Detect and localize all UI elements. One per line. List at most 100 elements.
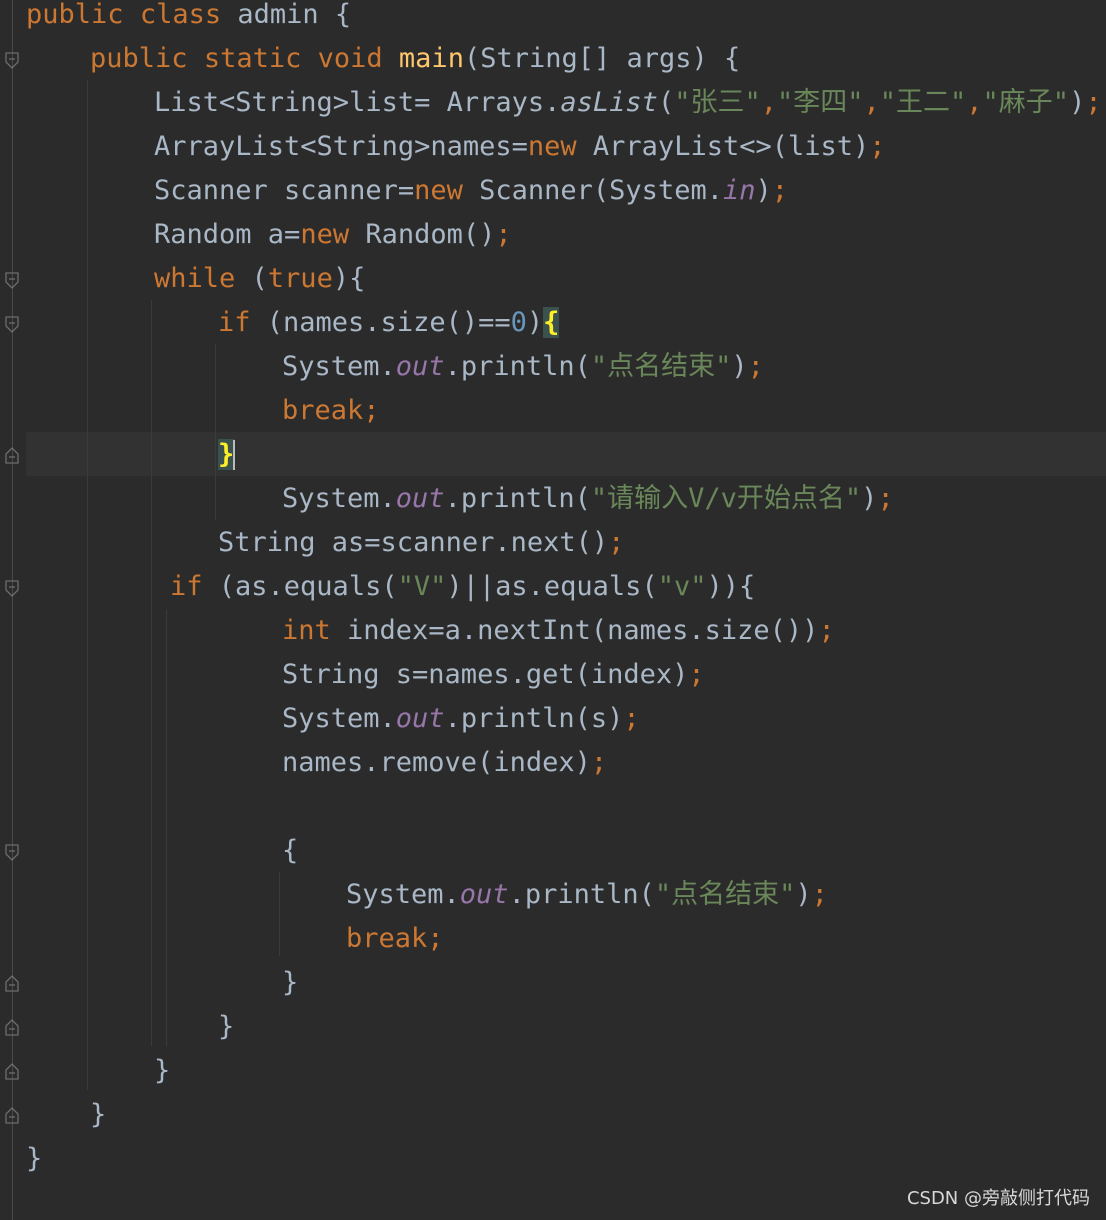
code-text: } (218, 1011, 235, 1042)
code-text: System. (282, 703, 396, 734)
watermark: CSDN @旁敲侧打代码 (906, 1188, 1090, 1209)
code-line: public static void main(String[] args) { (90, 44, 740, 88)
static-method-call: asList (560, 87, 658, 118)
code-text: } (282, 967, 299, 998)
code-text: .println( (444, 483, 591, 514)
keyword: true (267, 263, 333, 294)
semicolon: ; (771, 175, 789, 206)
code-line: } (154, 1056, 170, 1100)
semicolon: ; (495, 219, 512, 250)
semicolon: ; (1085, 87, 1102, 118)
code-text: (as.equals( (202, 571, 398, 602)
keyword: break (282, 395, 364, 426)
code-line: } (282, 968, 298, 1012)
code-text: admin { (221, 0, 352, 30)
code-line: while (true){ (154, 264, 365, 308)
semicolon: ; (818, 615, 835, 646)
code-line: System.out.println("请输入V/v开始点名"); (282, 484, 894, 528)
semicolon: ; (590, 747, 608, 778)
string-literal: "李四" (776, 87, 864, 118)
static-field: out (459, 879, 509, 910)
code-text: )||as.equals( (446, 571, 658, 602)
code-line: } (90, 1100, 106, 1144)
keyword: if (170, 571, 203, 602)
code-line: break; (282, 396, 380, 440)
static-field: out (395, 483, 445, 514)
semicolon: ; (747, 351, 764, 382)
code-text: } (26, 1143, 43, 1174)
code-line: { (282, 836, 298, 880)
keyword: if (218, 307, 251, 338)
static-field: out (395, 703, 445, 734)
code-text: String s=names.get(index) (282, 659, 689, 690)
code-line: Random a=new Random(); (154, 220, 512, 264)
matched-brace: } (218, 439, 235, 470)
code-line: System.out.println("点名结束"); (282, 352, 764, 396)
code-text: System. (282, 483, 396, 514)
string-literal: "V" (397, 571, 447, 602)
keyword: while (154, 263, 236, 294)
code-text: ArrayList<>(list) (576, 131, 870, 162)
keyword: public (26, 0, 124, 30)
semicolon: ; (811, 879, 828, 910)
code-line: String as=scanner.next(); (218, 528, 624, 572)
code-text: (String[] args) { (463, 43, 741, 74)
code-text: ArrayList<String>names= (154, 131, 528, 162)
code-text: Scanner scanner= (154, 175, 415, 206)
comma: , (863, 87, 880, 118)
string-literal: "张三" (674, 87, 761, 118)
text-caret (233, 440, 236, 470)
code-text: ) (526, 307, 544, 338)
semicolon: ; (427, 923, 444, 954)
number-literal: 0 (510, 307, 527, 338)
code-line: } (26, 1144, 42, 1188)
matched-brace: { (543, 307, 560, 338)
code-line: System.out.println(s); (282, 704, 640, 748)
code-line: public class admin { (26, 0, 351, 44)
semicolon: ; (688, 659, 705, 690)
string-literal: "请输入V/v开始点名" (590, 483, 862, 514)
keyword: new (300, 219, 350, 250)
code-line: String s=names.get(index); (282, 660, 705, 704)
comma: , (760, 87, 777, 118)
code-text: ) (795, 879, 812, 910)
code-text: } (154, 1055, 171, 1086)
static-field: in (722, 175, 756, 206)
semicolon: ; (623, 703, 640, 734)
string-literal: "麻子" (982, 87, 1070, 118)
code-text: .println( (444, 351, 591, 382)
code-line: break; (346, 924, 444, 968)
code-text: .println(s) (444, 703, 624, 734)
code-text: ) (861, 483, 878, 514)
code-text: ) (1069, 87, 1086, 118)
keyword: class (139, 0, 222, 30)
code-text: System. (346, 879, 460, 910)
code-line: } (218, 1012, 234, 1056)
keyword: static (203, 43, 302, 74)
semicolon: ; (608, 527, 625, 558)
string-literal: "v" (657, 571, 707, 602)
code-text: ) (731, 351, 748, 382)
keyword: break (346, 923, 428, 954)
code-line: List<String>list= Arrays.asList("张三","李四… (154, 88, 1102, 132)
code-line: names.remove(index); (282, 748, 607, 792)
code-text: } (90, 1099, 107, 1130)
code-line: ArrayList<String>names=new ArrayList<>(l… (154, 132, 886, 176)
code-line: } (218, 439, 236, 484)
static-field: out (395, 351, 445, 382)
code-text: Random a= (154, 219, 301, 250)
keyword: new (414, 175, 463, 206)
code-area[interactable]: public class admin { public static void … (0, 0, 1106, 1220)
code-text: names.remove(index) (282, 747, 591, 778)
code-text: String as=scanner.next() (218, 527, 609, 558)
semicolon: ; (877, 483, 894, 514)
code-text: ( (657, 87, 675, 118)
keyword: new (527, 131, 577, 162)
code-text: ( (235, 263, 268, 294)
code-text: )){ (706, 571, 756, 602)
code-editor[interactable]: public class admin { public static void … (0, 0, 1106, 1220)
code-text: Random() (349, 219, 496, 250)
code-text: Scanner(System. (462, 175, 723, 206)
code-line: Scanner scanner=new Scanner(System.in); (154, 176, 788, 220)
code-line: System.out.println("点名结束"); (346, 880, 828, 924)
